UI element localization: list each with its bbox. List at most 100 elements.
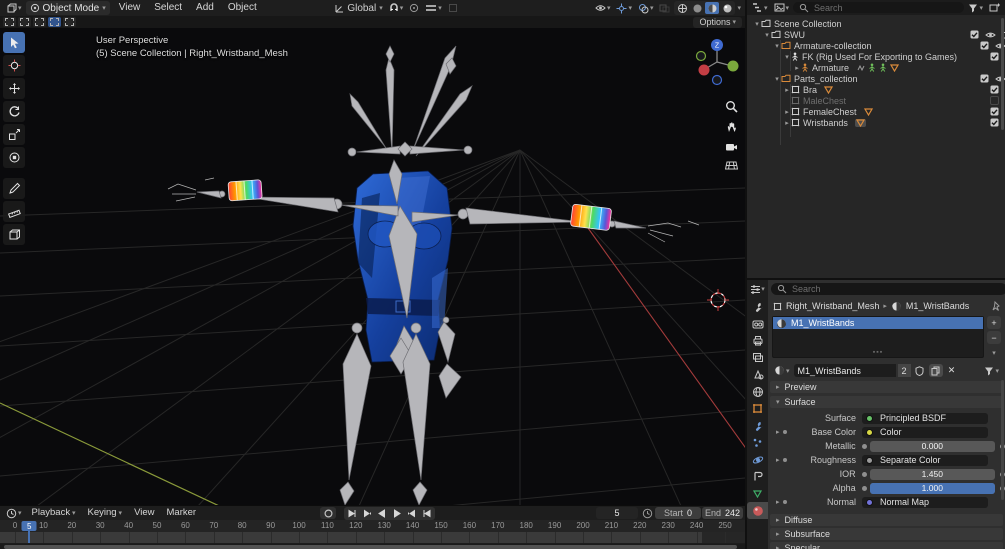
select-box-tool[interactable] [3, 32, 25, 53]
playhead-badge[interactable]: 5 [21, 521, 37, 531]
add-cube-tool[interactable] [3, 224, 25, 245]
extra-header-icon[interactable] [446, 1, 460, 15]
property-slider[interactable]: 1.450 [869, 468, 995, 480]
xray-toggle[interactable] [657, 1, 672, 15]
new-material-button[interactable] [928, 364, 943, 377]
tab-object-data[interactable] [747, 485, 768, 502]
outliner-search[interactable] [793, 1, 965, 14]
camera-nav-button[interactable] [725, 142, 738, 152]
selectability-checkbox[interactable] [980, 41, 989, 50]
outliner-scrollbar[interactable] [1001, 18, 1004, 130]
jump-prev-keyframe-button[interactable] [360, 508, 374, 519]
tab-view-layer[interactable] [747, 349, 768, 366]
panel-diffuse[interactable]: ▸ Diffuse [770, 514, 1003, 526]
outliner-row-armature[interactable]: ▸ Armature [747, 62, 1005, 73]
outliner-row-armature-collection[interactable]: ▾ Armature-collection [747, 40, 1005, 51]
property-slider[interactable]: 0.000 [869, 440, 995, 452]
expander-icon[interactable]: ▸ [793, 64, 801, 72]
tab-render[interactable] [747, 315, 768, 332]
jump-next-keyframe-button[interactable] [405, 508, 419, 519]
expander-icon[interactable]: ▾ [773, 75, 781, 83]
left-wristband[interactable] [227, 179, 263, 202]
proportional-edit-toggle[interactable] [407, 1, 421, 15]
outliner-row-malechest[interactable]: MaleChest [747, 95, 1005, 106]
remove-slot-button[interactable]: − [987, 331, 1001, 344]
expander-icon[interactable]: ▾ [763, 31, 771, 39]
auto-keying-toggle[interactable] [320, 507, 336, 519]
outliner-editor-type-button[interactable]: ▾ [750, 1, 770, 15]
outliner-row-femalechest[interactable]: ▸ FemaleChest [747, 106, 1005, 117]
material-slot-item[interactable]: M1_WristBands [773, 317, 983, 329]
outliner-filter-dropdown[interactable]: ▾ [966, 1, 985, 15]
editor-type-button[interactable]: ▾ [4, 1, 24, 15]
panel-specular[interactable]: ▸ Specular [770, 542, 1003, 549]
selectability-checkbox[interactable] [970, 30, 979, 39]
material-name-field[interactable]: M1_WristBands [793, 364, 896, 377]
selectability-checkbox[interactable] [980, 74, 989, 83]
select-mode-set[interactable] [3, 17, 16, 27]
fake-user-toggle[interactable] [913, 364, 927, 377]
transform-orientation-dropdown[interactable]: Global ▾ [332, 1, 384, 15]
grid-nav-button[interactable] [725, 160, 738, 171]
outliner-search-input[interactable] [812, 1, 959, 14]
selectability-checkbox[interactable] [990, 85, 999, 94]
shading-wireframe[interactable] [675, 2, 689, 14]
pin-icon[interactable] [991, 300, 1001, 312]
timeline-menu-keying[interactable]: Keying ▾ [82, 506, 129, 521]
timeline-menu-view[interactable]: View [128, 506, 160, 521]
timeline-scrollbar[interactable] [0, 544, 745, 549]
property-slider[interactable]: 1.000 [869, 482, 995, 494]
panel-subsurface[interactable]: ▸ Subsurface [770, 528, 1003, 540]
move-tool[interactable] [3, 78, 25, 99]
selectability-checkbox[interactable] [990, 96, 999, 105]
timeline-menu-marker[interactable]: Marker [161, 506, 203, 521]
navigation-gizmo[interactable]: Z [693, 36, 741, 86]
outliner-row-swu[interactable]: ▾ SWU [747, 29, 1005, 40]
rotate-tool[interactable] [3, 101, 25, 122]
properties-editor-type-button[interactable]: ▾ [747, 280, 768, 298]
add-slot-button[interactable]: + [987, 316, 1001, 329]
select-mode-extend[interactable] [18, 17, 31, 27]
transform-tool[interactable] [3, 147, 25, 168]
cursor-tool[interactable] [3, 55, 25, 76]
selectability-checkbox[interactable] [990, 118, 999, 127]
playhead-line[interactable] [28, 531, 31, 543]
list-resize-grip[interactable]: ▪▪▪ [873, 349, 883, 356]
visibility-dropdown[interactable]: ▾ [593, 1, 613, 15]
tab-output[interactable] [747, 332, 768, 349]
tab-scene[interactable] [747, 366, 768, 383]
current-frame-field[interactable]: 5 [596, 507, 638, 519]
browse-material-dropdown[interactable]: ▾ [772, 364, 792, 378]
overlays-dropdown[interactable]: ▾ [636, 1, 656, 15]
users-count-button[interactable]: 2 [897, 364, 911, 377]
breadcrumb-material[interactable]: M1_WristBands [906, 301, 969, 311]
jump-to-end-button[interactable] [420, 508, 434, 519]
unlink-material-button[interactable]: ✕ [945, 364, 959, 377]
zoom-nav-button[interactable] [725, 100, 738, 113]
measure-tool[interactable] [3, 201, 25, 222]
scale-tool[interactable] [3, 124, 25, 145]
gizmo-y-neg[interactable] [695, 50, 707, 62]
panel-surface[interactable]: ▾ Surface [770, 396, 1003, 408]
mode-dropdown[interactable]: Object Mode ▾ [25, 1, 110, 15]
outliner-row-fk-rig-used-for-exporting-to-games-[interactable]: ▾ FK (Rig Used For Exporting to Games) [747, 51, 1005, 62]
tab-particles[interactable] [747, 434, 768, 451]
properties-scrollbar[interactable] [1001, 380, 1004, 500]
gizmo-x-axis[interactable] [698, 64, 710, 76]
frame-start-field[interactable]: Start 0 [655, 507, 701, 519]
tab-object[interactable] [747, 400, 768, 417]
gizmo-y-axis[interactable] [727, 60, 739, 72]
viewport-3d[interactable]: User Perspective (5) Scene Collection | … [0, 28, 745, 505]
expander-icon[interactable]: ▸ [783, 119, 791, 127]
select-mode-subtract[interactable] [33, 17, 46, 27]
property-menu-field[interactable]: Color [862, 426, 988, 438]
expander-icon[interactable]: ▸ [783, 108, 791, 116]
menu-view[interactable]: View [112, 0, 148, 16]
timeline-track-area[interactable] [0, 531, 745, 543]
tab-modifiers[interactable] [747, 417, 768, 434]
material-filter-dropdown[interactable]: ▾ [982, 364, 1001, 378]
timeline-menu-playback[interactable]: Playback ▾ [26, 506, 82, 521]
right-wristband[interactable] [570, 203, 612, 231]
select-mode-intersect[interactable] [63, 17, 76, 27]
tab-tool[interactable] [747, 298, 768, 315]
